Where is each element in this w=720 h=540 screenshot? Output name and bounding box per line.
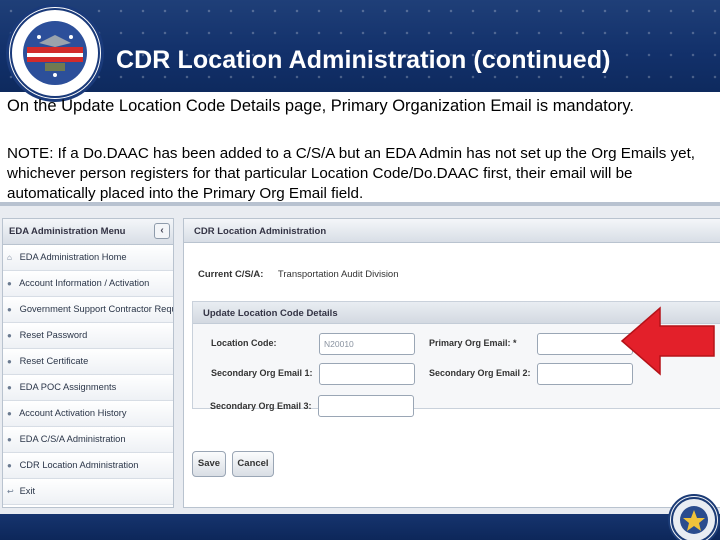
current-csa-value: Transportation Audit Division <box>277 269 399 280</box>
user-icon: ● <box>7 409 12 418</box>
menu-item-reset-password[interactable]: ● Reset Password <box>3 323 173 349</box>
menu-item-cdr-location-admin[interactable]: ● CDR Location Administration <box>3 453 173 479</box>
menu-item-label: Account Information / Activation <box>19 278 150 288</box>
menu-item-reset-certificate[interactable]: ● Reset Certificate <box>3 349 173 375</box>
menu-item-contractor-request[interactable]: ● Government Support Contractor Request <box>3 297 173 323</box>
primary-org-email-label: Primary Org Email: * <box>429 338 517 348</box>
menu-item-activation-history[interactable]: ● Account Activation History <box>3 401 173 427</box>
user-icon: ● <box>7 357 12 366</box>
secondary-email-3-input[interactable] <box>318 395 414 417</box>
user-icon: ● <box>7 461 12 470</box>
secondary-email-1-input[interactable] <box>319 363 415 385</box>
red-arrow-icon <box>620 306 715 376</box>
panel-header: CDR Location Administration <box>184 219 720 243</box>
cancel-button[interactable]: Cancel <box>232 451 274 477</box>
menu-item-home[interactable]: ⌂ EDA Administration Home <box>3 245 173 271</box>
user-icon: ● <box>7 383 12 392</box>
user-icon: ● <box>7 279 12 288</box>
dod-seal-icon <box>671 497 717 540</box>
user-icon: ● <box>7 331 12 340</box>
current-csa-row: Current C/S/A: Transportation Audit Divi… <box>198 269 399 280</box>
user-icon: ● <box>7 305 12 314</box>
slide-header: CDR Location Administration (continued) <box>0 0 720 92</box>
menu-item-label: EDA Administration Home <box>19 252 127 262</box>
save-button[interactable]: Save <box>192 451 226 477</box>
location-code-label: Location Code: <box>211 338 277 348</box>
location-code-input[interactable] <box>319 333 415 355</box>
primary-org-email-input[interactable] <box>537 333 633 355</box>
menu-item-account-info[interactable]: ● Account Information / Activation <box>3 271 173 297</box>
intro-paragraph: On the Update Location Code Details page… <box>7 97 635 115</box>
seal-logo <box>6 4 104 102</box>
slide-footer <box>0 514 720 540</box>
menu-item-label: Exit <box>19 486 36 496</box>
secondary-email-3-label: Secondary Org Email 3: <box>210 401 312 411</box>
menu-item-csa-admin[interactable]: ● EDA C/S/A Administration <box>3 427 173 453</box>
secondary-email-2-label: Secondary Org Email 2: <box>429 368 531 378</box>
app-screenshot: EDA Administration Menu ‹ ⌂ EDA Administ… <box>0 202 720 514</box>
menu-header: EDA Administration Menu ‹ <box>3 219 173 245</box>
menu-item-label: Account Activation History <box>19 408 127 418</box>
footer-seal-logo <box>668 494 720 540</box>
seal-emblem-icon <box>10 8 100 98</box>
home-icon: ⌂ <box>7 253 12 262</box>
menu-item-label: EDA C/S/A Administration <box>19 434 126 444</box>
menu-item-exit[interactable]: ↩ Exit <box>3 479 173 505</box>
admin-menu: EDA Administration Menu ‹ ⌂ EDA Administ… <box>2 218 174 508</box>
exit-icon: ↩ <box>7 487 14 496</box>
slide-title: CDR Location Administration (continued) <box>116 46 611 74</box>
user-icon: ● <box>7 435 12 444</box>
menu-header-label: EDA Administration Menu <box>9 226 126 237</box>
secondary-email-1-label: Secondary Org Email 1: <box>211 368 313 378</box>
menu-item-label: Government Support Contractor Request <box>19 304 173 314</box>
menu-item-label: Reset Certificate <box>19 356 89 366</box>
menu-item-poc-assignments[interactable]: ● EDA POC Assignments <box>3 375 173 401</box>
chevron-left-icon[interactable]: ‹ <box>154 223 170 239</box>
menu-item-label: CDR Location Administration <box>19 460 139 470</box>
current-csa-label: Current C/S/A: <box>198 269 264 280</box>
menu-item-label: Reset Password <box>19 330 88 340</box>
menu-item-label: EDA POC Assignments <box>19 382 117 392</box>
note-paragraph: NOTE: If a Do.DAAC has been added to a C… <box>7 145 696 202</box>
secondary-email-2-input[interactable] <box>537 363 633 385</box>
